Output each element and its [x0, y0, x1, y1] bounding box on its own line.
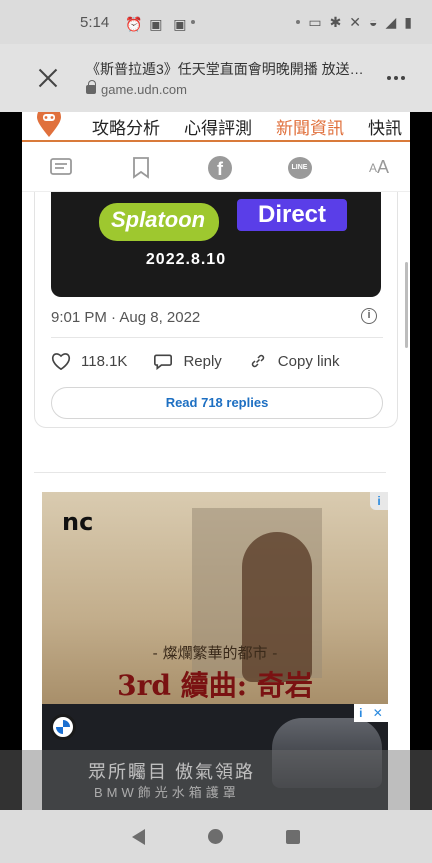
copy-link-label: Copy link — [277, 352, 340, 370]
android-icon: ▣ — [149, 16, 163, 32]
tweet-timestamp[interactable]: 9:01 PM · Aug 8, 2022 — [51, 309, 200, 326]
nav-items: 攻略分析 心得評測 新聞資訊 快訊 — [92, 114, 402, 139]
ad-title: 3rd 續曲: 奇岩 — [117, 669, 313, 702]
nc-logo: nc — [62, 508, 94, 536]
lock-icon — [86, 80, 96, 94]
share-toolbar: f LINE AA — [22, 144, 410, 192]
ad-banner-game[interactable]: nc i - 燦爛繁華的都市 - 3rd 續曲: 奇岩 — [42, 492, 388, 704]
android-icon-2: ▣ — [173, 16, 187, 32]
more-menu-icon[interactable] — [382, 76, 410, 80]
reply-button[interactable]: Reply — [153, 352, 222, 370]
url-domain: game.udn.com — [101, 82, 187, 97]
back-icon[interactable] — [131, 828, 145, 845]
nav-item-review[interactable]: 心得評測 — [184, 114, 252, 139]
nav-item-flash[interactable]: 快訊 — [368, 114, 402, 139]
tweet-image[interactable]: Splatoon Direct 2022.8.10 — [51, 191, 381, 297]
info-icon[interactable]: i — [361, 308, 377, 324]
bookmark-icon[interactable] — [128, 155, 154, 181]
url-info[interactable]: 《斯普拉遁3》任天堂直面會明晚開播 放送… game.udn.com — [86, 59, 370, 97]
page-title: 《斯普拉遁3》任天堂直面會明晚開播 放送… — [86, 61, 364, 77]
url-domain-row: game.udn.com — [86, 80, 370, 97]
home-icon[interactable] — [207, 829, 223, 844]
reply-label: Reply — [183, 352, 222, 370]
bluetooth-icon: ✱ — [329, 13, 342, 30]
tweet-image-date: 2022.8.10 — [145, 251, 227, 268]
direct-badge: Direct — [237, 199, 347, 231]
divider — [51, 337, 383, 338]
tweet-actions: 118.1K Reply Copy link — [51, 347, 383, 375]
nav-item-strategy[interactable]: 攻略分析 — [92, 114, 160, 139]
ad-choices-icon[interactable]: i ✕ — [354, 704, 388, 722]
like-button[interactable]: 118.1K — [51, 352, 127, 370]
status-icons: ▭ ✱ ✕ ◒ ◢ ▮ — [296, 14, 412, 31]
site-nav: 攻略分析 心得評測 新聞資訊 快訊 — [22, 112, 410, 142]
close-icon[interactable] — [34, 63, 64, 93]
facebook-icon[interactable]: f — [207, 155, 233, 181]
bmw-logo-icon — [50, 714, 76, 740]
mute-icon: ✕ — [349, 13, 362, 30]
bottom-overlay — [0, 750, 432, 810]
divider — [34, 472, 386, 473]
comment-icon[interactable] — [48, 155, 74, 181]
splatoon-logo: Splatoon — [99, 203, 219, 241]
cast-icon: ▭ — [308, 13, 322, 30]
embedded-tweet: Splatoon Direct 2022.8.10 9:01 PM · Aug … — [34, 172, 398, 428]
like-count: 118.1K — [81, 352, 128, 370]
status-time: 5:14 — [80, 13, 110, 31]
notification-dot-icon — [191, 20, 196, 24]
page-scrollbar[interactable] — [405, 262, 408, 348]
font-size-icon[interactable]: AA — [366, 155, 392, 181]
dot-icon — [296, 20, 301, 24]
signal-icon: ◢ — [385, 13, 397, 30]
udn-game-logo-icon[interactable] — [36, 112, 62, 138]
browser-url-bar: 《斯普拉遁3》任天堂直面會明晚開播 放送… game.udn.com — [0, 44, 432, 112]
reply-icon — [154, 354, 173, 370]
link-icon — [251, 354, 264, 368]
status-bar: 5:14 ⏰ ▣ ▣ ▭ ✱ ✕ ◒ ◢ ▮ — [0, 0, 432, 44]
ad-subtitle: - 燦爛繁華的都市 - — [152, 644, 278, 662]
web-page: Splatoon Direct 2022.8.10 9:01 PM · Aug … — [22, 112, 410, 810]
read-replies-button[interactable]: Read 718 replies — [51, 387, 383, 419]
recent-apps-icon[interactable] — [286, 829, 301, 844]
system-navigation-bar — [0, 810, 432, 863]
battery-icon: ▮ — [404, 13, 412, 30]
line-icon[interactable]: LINE — [287, 155, 313, 181]
wifi-icon: ◒ — [369, 14, 378, 30]
heart-icon — [51, 353, 71, 370]
nav-item-news[interactable]: 新聞資訊 — [276, 114, 344, 139]
ad-info-icon[interactable]: i — [370, 492, 388, 510]
copy-link-button[interactable]: Copy link — [248, 352, 340, 370]
alarm-icon: ⏰ — [125, 16, 143, 32]
